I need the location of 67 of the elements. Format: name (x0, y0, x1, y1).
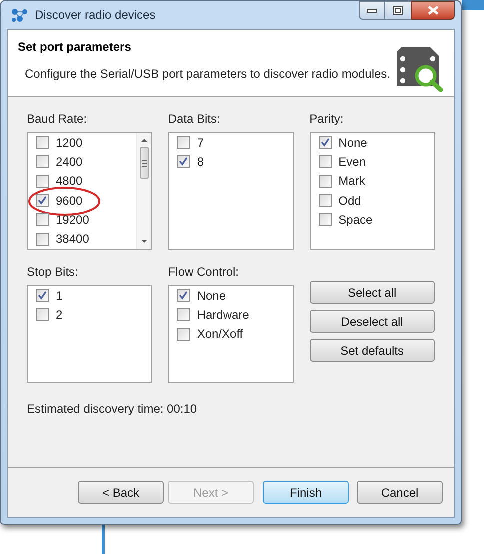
close-icon (428, 6, 438, 15)
checkbox[interactable] (36, 136, 49, 150)
option-label: Space (338, 214, 373, 226)
scrollbar[interactable] (136, 133, 152, 249)
checkbox[interactable] (318, 155, 332, 168)
maximize-icon (393, 6, 403, 15)
background-strip (462, 0, 484, 10)
checkbox[interactable] (177, 308, 190, 322)
checkbox[interactable] (318, 136, 332, 150)
checkbox[interactable] (36, 213, 49, 226)
checkbox[interactable] (177, 155, 190, 168)
checkbox[interactable] (318, 213, 332, 226)
close-button[interactable] (411, 1, 455, 20)
page-description: Configure the Serial/USB port parameters to discover radio modules. (25, 66, 391, 83)
discovery-time-text: Estimated discovery time: 00:10 (27, 401, 198, 418)
option-label: Xon/Xoff (197, 328, 244, 340)
checkbox[interactable] (177, 328, 190, 341)
option-label: 7 (197, 136, 204, 149)
checkbox[interactable] (36, 155, 49, 168)
check-icon (179, 291, 188, 300)
group-label: Flow Control: (168, 264, 240, 280)
group-label: Parity: (310, 111, 345, 127)
checkbox[interactable] (318, 194, 332, 208)
option-label: 4800 (56, 175, 83, 188)
action-button[interactable]: Set defaults (310, 339, 435, 362)
minimize-button[interactable] (359, 1, 385, 20)
check-icon (320, 138, 330, 148)
minimize-icon (367, 8, 377, 12)
option-label: 19200 (56, 214, 90, 226)
check-icon (179, 157, 188, 166)
scroll-thumb[interactable] (140, 147, 149, 179)
option-label: Even (338, 156, 366, 168)
option-label: None (197, 290, 226, 302)
checkbox[interactable] (177, 136, 190, 150)
checkbox[interactable] (177, 289, 190, 302)
option-label: Hardware (197, 308, 250, 321)
group-label: Data Bits: (168, 111, 222, 127)
checkbox[interactable] (36, 308, 49, 322)
app-icon (11, 7, 29, 23)
page-title: Set port parameters (18, 39, 132, 56)
option-label: 9600 (56, 194, 83, 207)
option-label: 38400 (56, 233, 90, 246)
option-label: 2 (56, 308, 63, 321)
option-label: Mark (338, 175, 366, 188)
check-icon (38, 196, 47, 206)
background-line (102, 525, 105, 554)
action-button[interactable]: Select all (310, 281, 435, 304)
option-label: 2400 (56, 156, 83, 168)
checkbox[interactable] (36, 289, 49, 302)
checkbox[interactable] (36, 174, 49, 188)
wizard-button[interactable]: Finish (263, 481, 349, 504)
checkbox[interactable] (36, 232, 49, 246)
checkbox[interactable] (36, 194, 49, 208)
option-label: 1200 (56, 136, 83, 149)
checkbox[interactable] (318, 174, 332, 188)
option-label: None (338, 136, 368, 149)
window-title: Discover radio devices (35, 7, 156, 24)
wizard-button[interactable]: Cancel (357, 481, 443, 504)
maximize-button[interactable] (385, 1, 411, 20)
action-button[interactable]: Deselect all (310, 310, 435, 333)
wizard-button[interactable]: < Back (78, 481, 164, 504)
group-label: Stop Bits: (27, 264, 80, 280)
option-label: Odd (338, 194, 362, 207)
option-label: 1 (56, 290, 63, 302)
check-icon (38, 291, 47, 300)
option-label: 8 (197, 156, 204, 168)
group-label: Baud Rate: (27, 111, 88, 127)
